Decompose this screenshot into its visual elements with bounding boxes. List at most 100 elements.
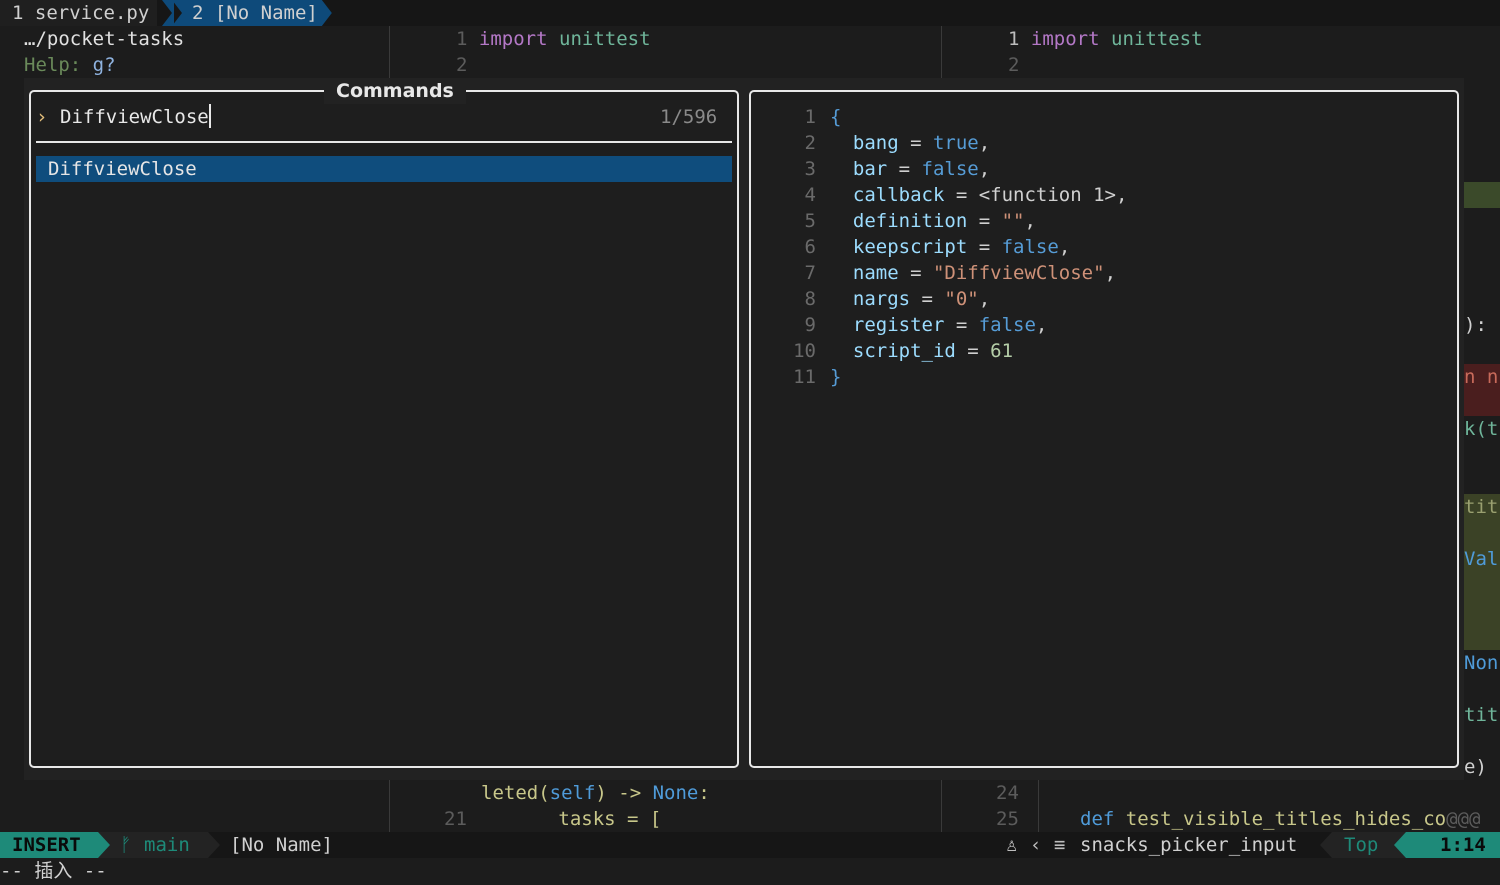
right-diff-line-1: 1 import unittest <box>1008 28 1203 50</box>
preview-line-number: 8 <box>804 288 816 310</box>
tab-service-py[interactable]: 1 service.py <box>0 0 158 26</box>
preview-token: false <box>978 314 1036 336</box>
cursor-position: 1:14 <box>1440 834 1486 856</box>
preview-line: 1{ <box>784 104 1127 130</box>
tabline: 1 service.py 2 [No Name] <box>0 0 1500 26</box>
preview-token: "DiffviewClose" <box>932 262 1105 284</box>
preview-token: , <box>1035 314 1048 336</box>
command-picker: Commands › DiffviewClose 1/596 DiffviewC… <box>24 78 1464 780</box>
preview-token: = <box>898 132 933 154</box>
preview-token: name <box>830 262 899 284</box>
preview-token: = <box>944 314 979 336</box>
preview-token: { <box>830 106 842 128</box>
left-diff-line-1: 1 import unittest <box>456 28 651 50</box>
list-item-selected[interactable]: DiffviewClose <box>36 156 732 182</box>
preview-line: 2 bang = true, <box>784 130 1127 156</box>
tab-separator <box>162 0 174 26</box>
right-diff-line-2: 2 <box>1008 54 1020 76</box>
preview-line: 10 script_id = 61 <box>784 338 1127 364</box>
preview-token: = <box>887 158 922 180</box>
right-line-number: 24 <box>996 782 1019 804</box>
preview-line-number: 9 <box>804 314 816 336</box>
command-line: -- 插入 -- <box>0 858 1500 885</box>
tab-no-name[interactable]: 2 [No Name] <box>172 0 332 26</box>
edge-fragment: Val <box>1464 548 1499 570</box>
left-diff-line-2: 2 <box>456 54 468 76</box>
preview-token: script_id <box>830 340 956 362</box>
edge-fragment: e) <box>1464 756 1487 778</box>
file-name: [No Name] <box>230 834 333 856</box>
prompt-icon: › <box>36 106 48 128</box>
right-line-number: 25 <box>996 808 1019 830</box>
mode-message: -- 插入 -- <box>0 860 107 882</box>
preview-line: 7 name = "DiffviewClose", <box>784 260 1127 286</box>
preview-line: 3 bar = false, <box>784 156 1127 182</box>
preview-token: "0" <box>944 288 979 310</box>
preview-line: 5 definition = "", <box>784 208 1127 234</box>
preview-token: = <box>910 288 945 310</box>
preview-line-number: 5 <box>804 210 816 232</box>
mode-indicator: INSERT <box>0 832 110 858</box>
filetype: snacks_picker_input <box>1080 834 1298 856</box>
edge-fragment: n n <box>1464 364 1500 416</box>
preview-line: 6 keepscript = false, <box>784 234 1127 260</box>
window-separator <box>1038 780 1039 832</box>
preview-token: bang <box>830 132 899 154</box>
scroll-position: Top <box>1344 834 1379 856</box>
preview-token: true <box>932 132 979 154</box>
preview-line-number: 11 <box>793 366 816 388</box>
preview-token: 61 <box>990 340 1014 362</box>
edge-fragment: Non <box>1464 652 1499 674</box>
preview-token: = <box>955 340 991 362</box>
preview-token: } <box>830 366 842 388</box>
edge-highlight <box>1464 182 1500 208</box>
preview-token: = <box>898 262 933 284</box>
preview-line: 9 register = false, <box>784 312 1127 338</box>
preview-line: 4 callback = <function 1>, <box>784 182 1128 208</box>
preview-line-number: 4 <box>804 184 816 206</box>
preview-line-number: 10 <box>793 340 816 362</box>
edge-fragment: tit <box>1464 494 1500 650</box>
result-count: 1/596 <box>660 106 718 128</box>
preview-line-number: 6 <box>804 236 816 258</box>
right-diff-def-line: def test_visible_titles_hides_co@@@ <box>1080 808 1481 830</box>
preview-content: 1{2 bang = true, 3 bar = false, 4 callback… <box>784 104 1127 390</box>
preview-token: , <box>1024 210 1036 232</box>
preview-line-number: 7 <box>804 262 816 284</box>
left-diff-bottom-line-2: 21 tasks = [ <box>444 808 662 830</box>
statusline: INSERT ᚠ main [No Name] ♙ ‹ ≡ snacks_pic… <box>0 832 1500 858</box>
preview-token: "" <box>1001 210 1025 232</box>
preview-token: nargs <box>830 288 911 310</box>
preview-token: definition <box>830 210 968 232</box>
preview-token: , <box>1104 262 1117 284</box>
branch-name: main <box>144 834 190 856</box>
preview-line: 11} <box>784 364 1127 390</box>
preview-token: bar <box>830 158 888 180</box>
edge-fragment: k(t <box>1464 418 1499 440</box>
explorer-help: Help: g? <box>24 52 116 78</box>
preview-token: register <box>830 314 945 336</box>
picker-title: Commands <box>324 78 466 104</box>
search-input[interactable]: DiffviewClose <box>60 104 211 130</box>
preview-token: , <box>1058 236 1071 258</box>
explorer-path: …/pocket-tasks <box>24 28 185 50</box>
preview-token: false <box>1001 236 1059 258</box>
input-divider <box>36 141 732 143</box>
preview-token: , <box>978 132 991 154</box>
preview-line-number: 1 <box>804 106 816 128</box>
edge-fragment: tit <box>1464 704 1499 726</box>
preview-token: keepscript <box>830 236 968 258</box>
help-label: Help: <box>24 54 82 76</box>
preview-token: false <box>921 158 979 180</box>
preview-token: , <box>978 288 991 310</box>
preview-token: = <function 1>, <box>944 184 1128 206</box>
preview-token: callback <box>830 184 945 206</box>
preview-token: = <box>967 236 1002 258</box>
preview-token: , <box>978 158 991 180</box>
preview-line: 8 nargs = "0", <box>784 286 1127 312</box>
preview-token: = <box>967 210 1002 232</box>
edge-fragment: ): <box>1464 314 1487 336</box>
filetype-icon: ≡ <box>1054 834 1066 856</box>
preview-line-number: 3 <box>804 158 816 180</box>
help-key[interactable]: g? <box>93 54 116 76</box>
